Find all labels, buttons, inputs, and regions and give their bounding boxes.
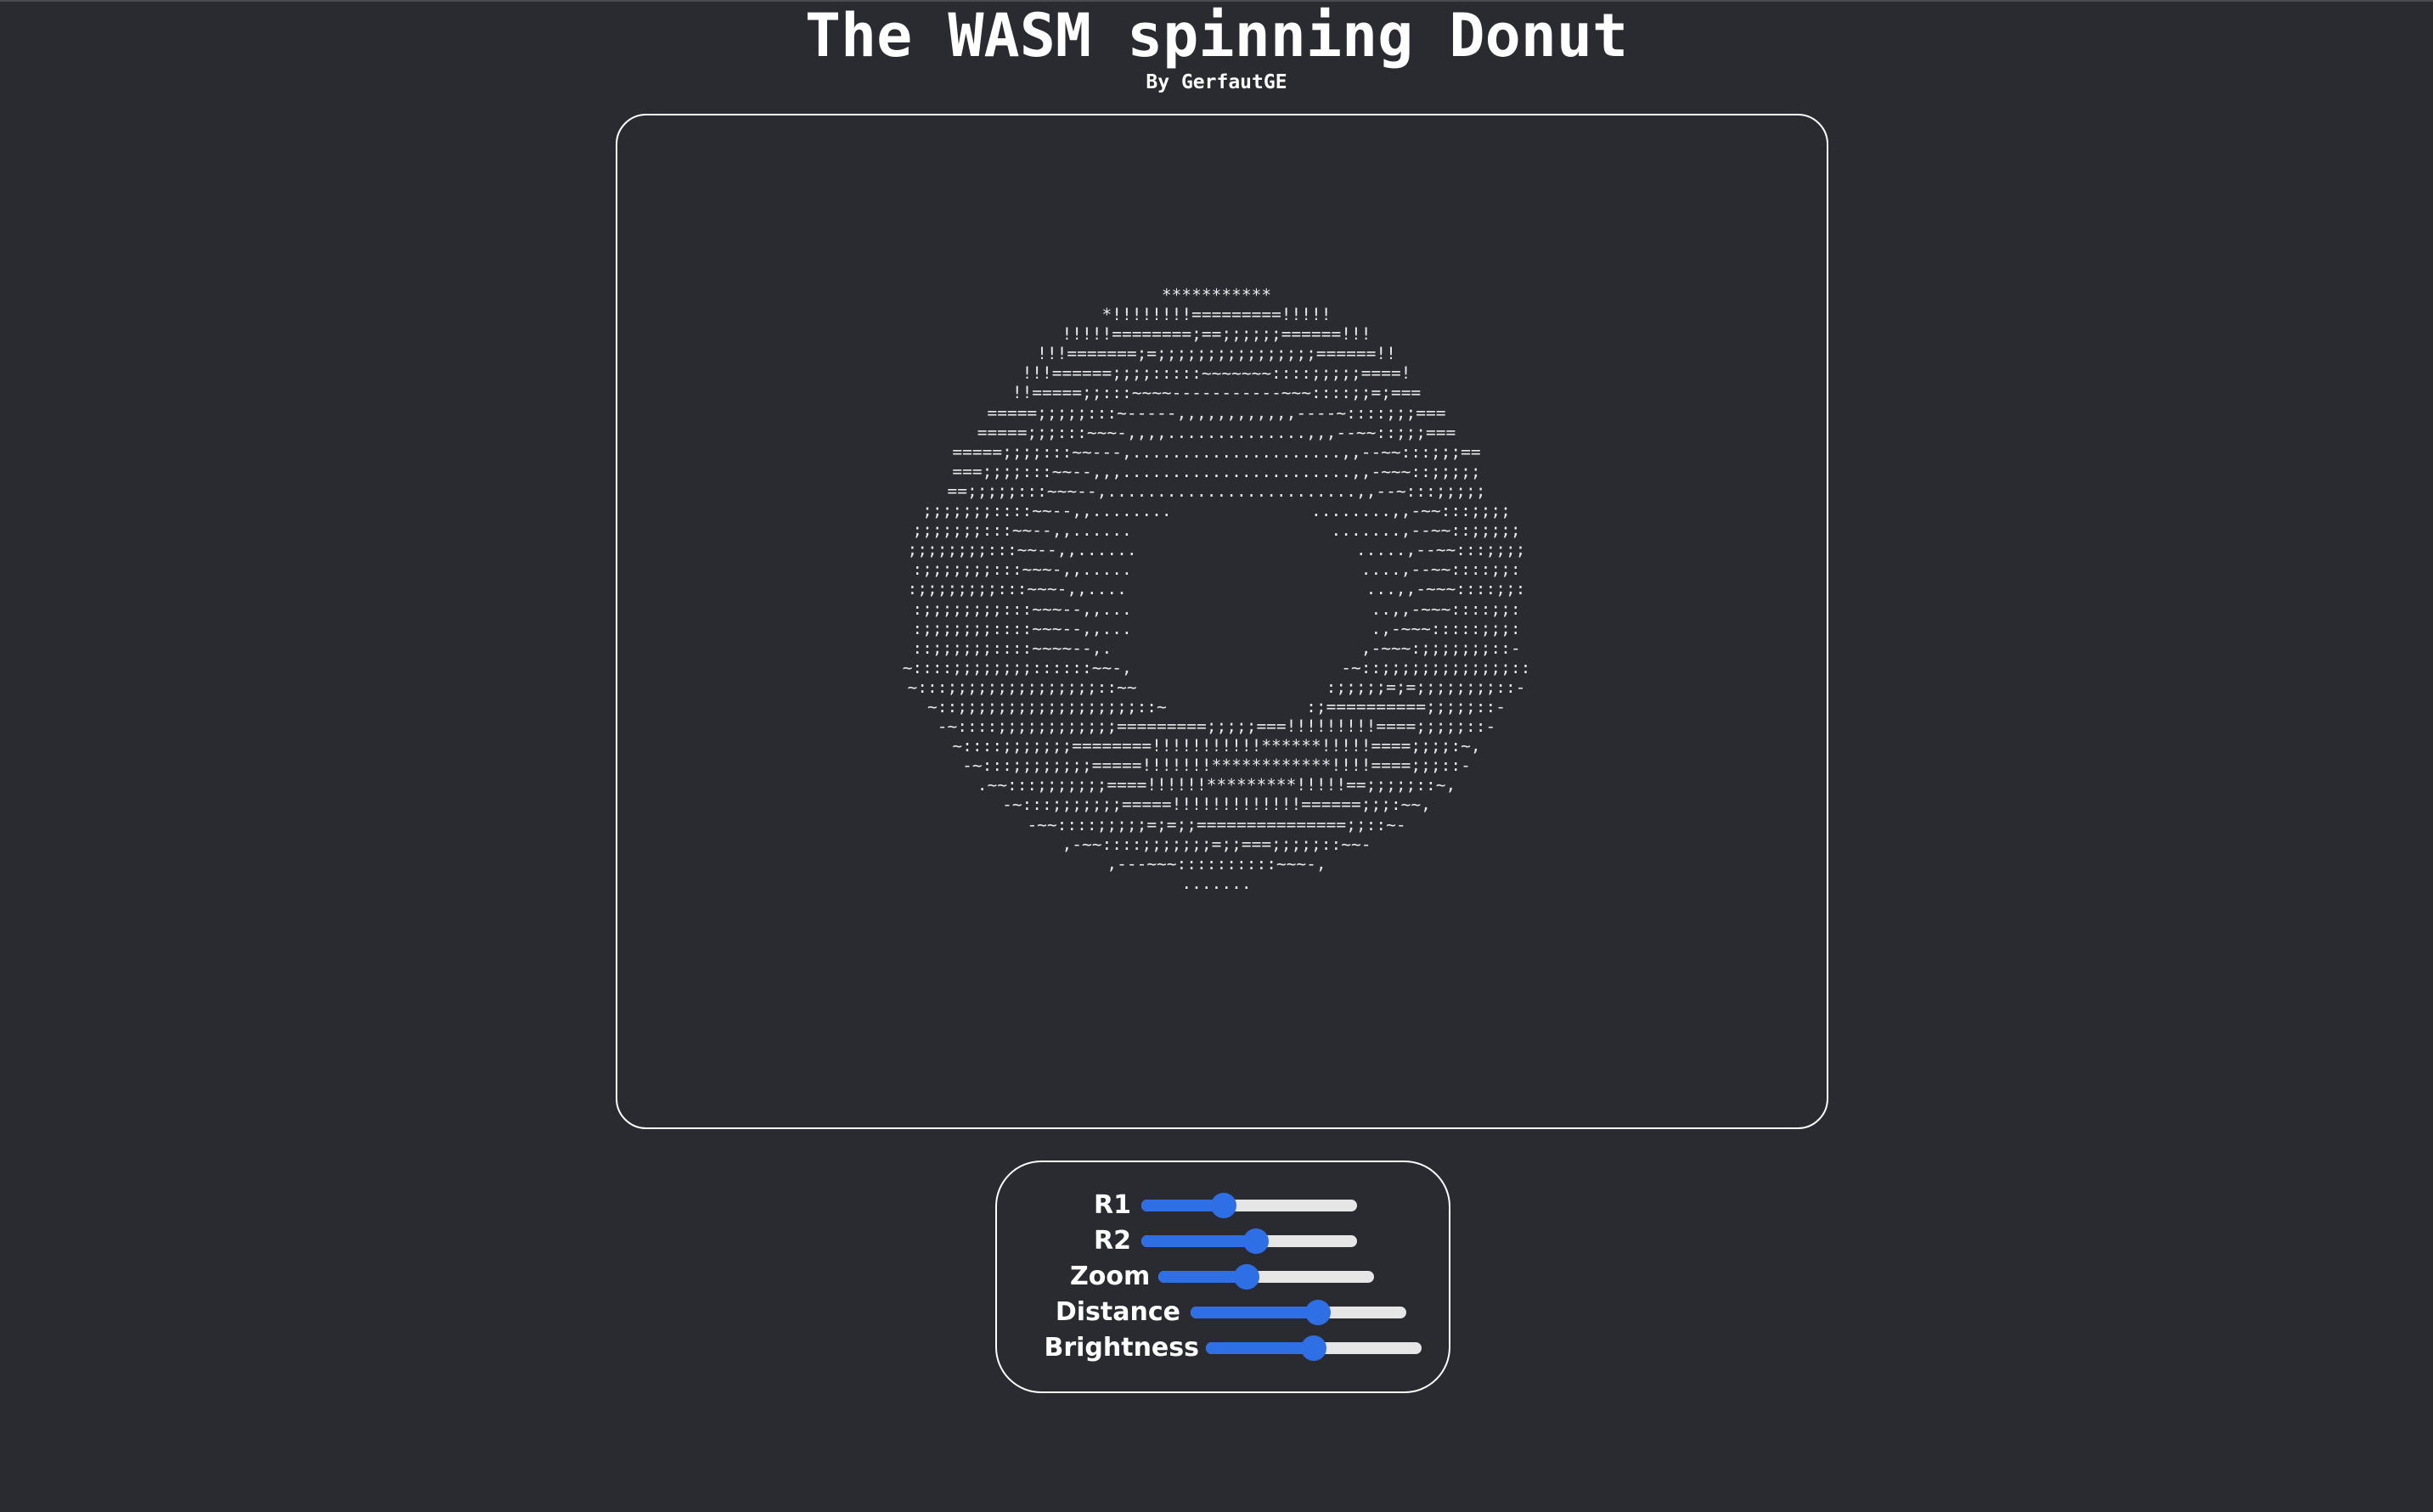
r1-slider-thumb[interactable] <box>1210 1193 1236 1218</box>
brightness-slider-thumb[interactable] <box>1301 1335 1326 1361</box>
distance-label: Distance <box>1055 1297 1180 1327</box>
r1-label: R1 <box>1094 1190 1131 1220</box>
distance-slider[interactable] <box>1191 1300 1406 1325</box>
r1-control: R1 <box>997 1188 1452 1223</box>
brightness-label: Brightness <box>1044 1333 1199 1363</box>
zoom-label: Zoom <box>1070 1262 1151 1291</box>
r2-slider-fill <box>1141 1235 1256 1247</box>
r1-slider[interactable] <box>1141 1193 1357 1218</box>
author-credit: By GerfautGE <box>1146 71 1287 93</box>
zoom-slider-thumb[interactable] <box>1234 1264 1260 1290</box>
brightness-slider[interactable] <box>1206 1335 1422 1361</box>
controls-panel: R1 R2 Zoom Distance Brightness <box>995 1161 1450 1393</box>
r2-control: R2 <box>997 1223 1452 1259</box>
zoom-slider[interactable] <box>1158 1264 1374 1290</box>
distance-slider-thumb[interactable] <box>1304 1300 1331 1325</box>
r2-label: R2 <box>1094 1226 1131 1256</box>
distance-slider-fill <box>1191 1307 1318 1318</box>
ascii-donut-render: *********** *!!!!!!!!=========!!!!! !!!!… <box>902 285 1531 893</box>
brightness-slider-fill <box>1206 1342 1314 1354</box>
zoom-control: Zoom <box>997 1259 1452 1295</box>
distance-control: Distance <box>997 1295 1452 1330</box>
page-title: The WASM spinning Donut <box>804 1 1629 70</box>
r2-slider[interactable] <box>1141 1228 1357 1254</box>
r2-slider-thumb[interactable] <box>1242 1228 1269 1254</box>
brightness-control: Brightness <box>997 1330 1452 1366</box>
